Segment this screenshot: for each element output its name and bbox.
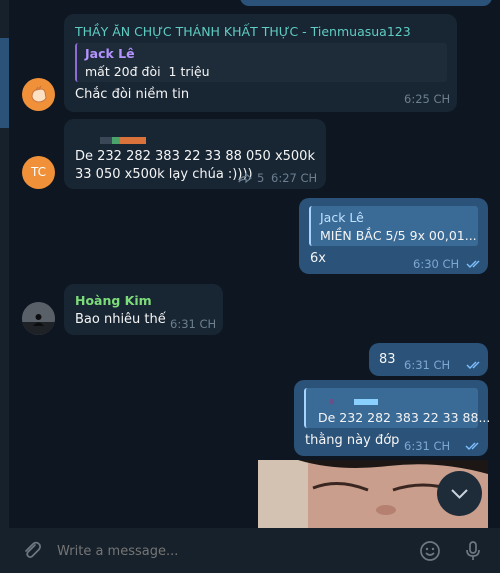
message-line-1: De 232 282 383 22 33 88 050 x500k — [75, 149, 315, 164]
double-check-icon — [466, 361, 480, 369]
message-bubble[interactable]: De 232 282 383 22 33 88 050 x500k 33 050… — [64, 119, 326, 189]
avatar-initials: TC — [30, 165, 46, 179]
previous-message[interactable] — [240, 0, 492, 6]
double-check-icon — [466, 260, 480, 268]
reply-quote[interactable]: Jack Lê MIỀN BẮC 5/5 9x 00,01... — [309, 206, 478, 246]
message-area[interactable]: THẦY ĂN CHỰC THÁNH KHẤT THỰC - Tienmuasu… — [9, 0, 500, 528]
reply-author-color-block — [330, 399, 334, 404]
emoji-icon[interactable] — [418, 539, 442, 563]
chat-list-strip — [0, 0, 9, 528]
sender-name-color-block — [100, 137, 112, 144]
sender-name-color-block — [112, 137, 120, 144]
scroll-indicator — [0, 38, 9, 128]
message-line-2: 33 050 x500k lạy chúa :)))) — [75, 167, 253, 182]
message-time: 6:25 CH — [404, 92, 451, 106]
reply-author-color-block — [354, 399, 378, 405]
message-bubble[interactable]: 83 6:31 CH — [369, 343, 488, 376]
message-text: thằng này đớp — [305, 433, 400, 448]
message-time: 6:31 CH — [170, 317, 217, 331]
message-time: 6:27 CH — [271, 171, 318, 185]
sender-name[interactable]: THẦY ĂN CHỰC THÁNH KHẤT THỰC - Tienmuasu… — [75, 24, 411, 39]
avatar-tienmuasua[interactable] — [22, 78, 55, 111]
microphone-icon[interactable] — [461, 539, 485, 563]
hand-icon — [31, 85, 47, 103]
reply-quote[interactable]: Jack Lê mất 20đ đòi 1 triệu — [75, 43, 447, 82]
message-time: 6:31 CH — [404, 439, 451, 453]
reply-text: MIỀN BẮC 5/5 9x 00,01... — [320, 228, 477, 243]
message-text: 83 — [379, 352, 396, 367]
chevron-down-icon — [451, 489, 468, 499]
double-check-icon — [465, 442, 479, 450]
reply-author: Jack Lê — [85, 46, 135, 61]
message-bubble[interactable]: Jack Lê MIỀN BẮC 5/5 9x 00,01... 6x 6:30… — [299, 198, 488, 274]
scroll-down-button[interactable] — [437, 471, 482, 516]
message-text: Bao nhiêu thế — [75, 312, 166, 327]
message-input[interactable] — [55, 538, 399, 564]
sender-name[interactable]: Hoàng Kim — [75, 293, 152, 308]
reply-text: De 232 282 383 22 33 88... — [318, 410, 491, 425]
message-text: 6x — [310, 251, 326, 266]
forward-count: 5 — [257, 171, 265, 185]
message-time: 6:31 CH — [404, 358, 451, 372]
avatar-hoang-kim[interactable] — [22, 302, 55, 335]
sender-name-color-block — [120, 137, 146, 144]
message-bubble[interactable]: De 232 282 383 22 33 88... thằng này đớp… — [294, 380, 490, 456]
avatar-tc[interactable]: TC — [22, 156, 55, 189]
reply-quote[interactable]: De 232 282 383 22 33 88... — [304, 388, 490, 428]
message-composer — [0, 528, 500, 573]
message-bubble[interactable]: Hoàng Kim Bao nhiêu thế 6:31 CH — [64, 284, 223, 335]
reply-author: Jack Lê — [320, 210, 364, 225]
attach-icon[interactable] — [20, 539, 44, 563]
message-bubble[interactable]: THẦY ĂN CHỰC THÁNH KHẤT THỰC - Tienmuasu… — [64, 14, 457, 112]
reply-text: mất 20đ đòi 1 triệu — [85, 64, 210, 79]
message-time: 6:30 CH — [413, 257, 460, 271]
silhouette-icon — [22, 302, 55, 335]
message-text: Chắc đòi niềm tin — [75, 87, 190, 102]
forward-icon[interactable] — [238, 172, 252, 184]
